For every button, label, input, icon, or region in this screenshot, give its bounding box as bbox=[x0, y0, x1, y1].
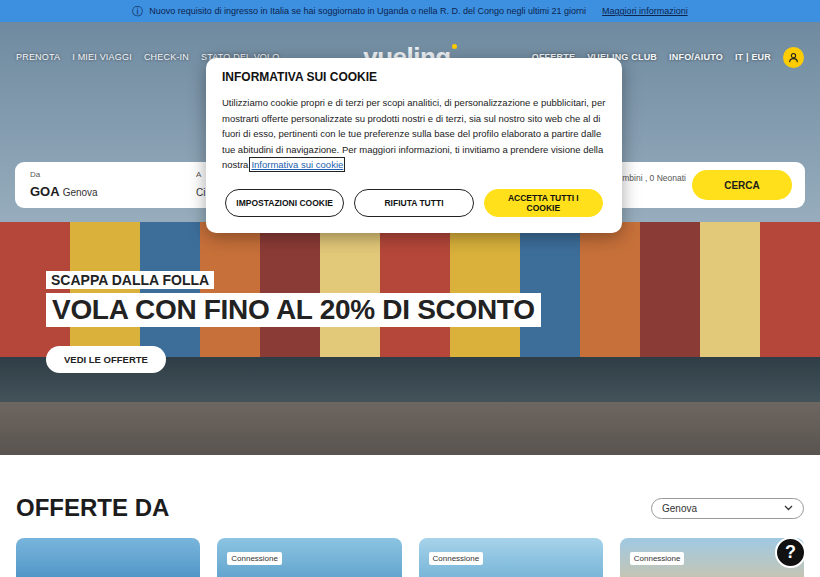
notice-link[interactable]: Maggiori informazioni bbox=[602, 6, 688, 16]
card-tag: Connessione bbox=[630, 552, 685, 565]
help-button[interactable]: ? bbox=[775, 537, 806, 568]
select-value: Genova bbox=[662, 503, 697, 514]
dialog-text: Utilizziamo cookie propri e di terzi per… bbox=[222, 95, 606, 173]
promo-block: SCAPPA DALLA FOLLA VOLA CON FINO AL 20% D… bbox=[15, 271, 805, 373]
offer-card[interactable]: Connessione bbox=[217, 538, 401, 577]
cookie-policy-link[interactable]: Informativa sui cookie bbox=[251, 159, 343, 170]
nav-item[interactable]: INFO/AIUTO bbox=[669, 52, 723, 62]
nav-item[interactable]: PRENOTA bbox=[16, 52, 60, 62]
logo-dot-icon bbox=[452, 44, 457, 49]
promo-headline: VOLA CON FINO AL 20% DI SCONTO bbox=[46, 293, 541, 327]
notice-bar: ⓘ Nuovo requisito di ingresso in Italia s… bbox=[0, 0, 820, 22]
offer-card[interactable] bbox=[16, 538, 200, 577]
user-icon[interactable] bbox=[783, 47, 804, 68]
offer-cards: Connessione Connessione Connessione bbox=[16, 538, 804, 577]
card-tag: Connessione bbox=[227, 552, 282, 565]
cookie-button[interactable]: ACCETTA TUTTI I COOKIE bbox=[484, 189, 603, 217]
nav-item[interactable]: CHECK-IN bbox=[144, 52, 189, 62]
city-name: Genova bbox=[63, 187, 98, 198]
offers-header: OFFERTE DA Genova bbox=[16, 493, 804, 523]
dialog-title: INFORMATIVA SUI COOKIE bbox=[222, 70, 606, 84]
search-field[interactable]: Da GOAGenova bbox=[25, 170, 190, 200]
offers-button[interactable]: VEDI LE OFFERTE bbox=[46, 346, 166, 373]
offers-title: OFFERTE DA bbox=[16, 494, 169, 522]
cookie-button[interactable]: RIFIUTA TUTTI bbox=[354, 189, 473, 217]
search-button[interactable]: CERCA bbox=[692, 170, 792, 200]
dialog-buttons: IMPOSTAZIONI COOKIE RIFIUTA TUTTI ACCETTA … bbox=[222, 189, 606, 217]
airport-code: GOA bbox=[30, 184, 60, 199]
city-name: Ci bbox=[196, 187, 205, 198]
nav-item[interactable]: IT | EUR bbox=[735, 52, 771, 62]
info-icon: ⓘ bbox=[132, 6, 143, 17]
cookie-button[interactable]: IMPOSTAZIONI COOKIE bbox=[225, 189, 344, 217]
card-tag: Connessione bbox=[429, 552, 484, 565]
offers-section: OFFERTE DAGenovaConnessioneConnessioneCo… bbox=[0, 493, 820, 577]
cookie-dialog: INFORMATIVA SUI COOKIE Utilizziamo cookie… bbox=[206, 58, 622, 233]
offer-card[interactable]: Connessione bbox=[419, 538, 603, 577]
notice-text: Nuovo requisito di ingresso in Italia se… bbox=[149, 6, 586, 16]
passengers-field[interactable]: mbini , 0 Neonati bbox=[622, 162, 686, 183]
promo-eyebrow: SCAPPA DALLA FOLLA bbox=[46, 271, 214, 289]
field-value: GOAGenova bbox=[30, 182, 190, 200]
nav-item[interactable]: I MIEI VIAGGI bbox=[72, 52, 132, 62]
field-label: Da bbox=[30, 170, 190, 179]
chevron-down-icon bbox=[784, 505, 793, 511]
origin-select[interactable]: Genova bbox=[651, 498, 804, 519]
